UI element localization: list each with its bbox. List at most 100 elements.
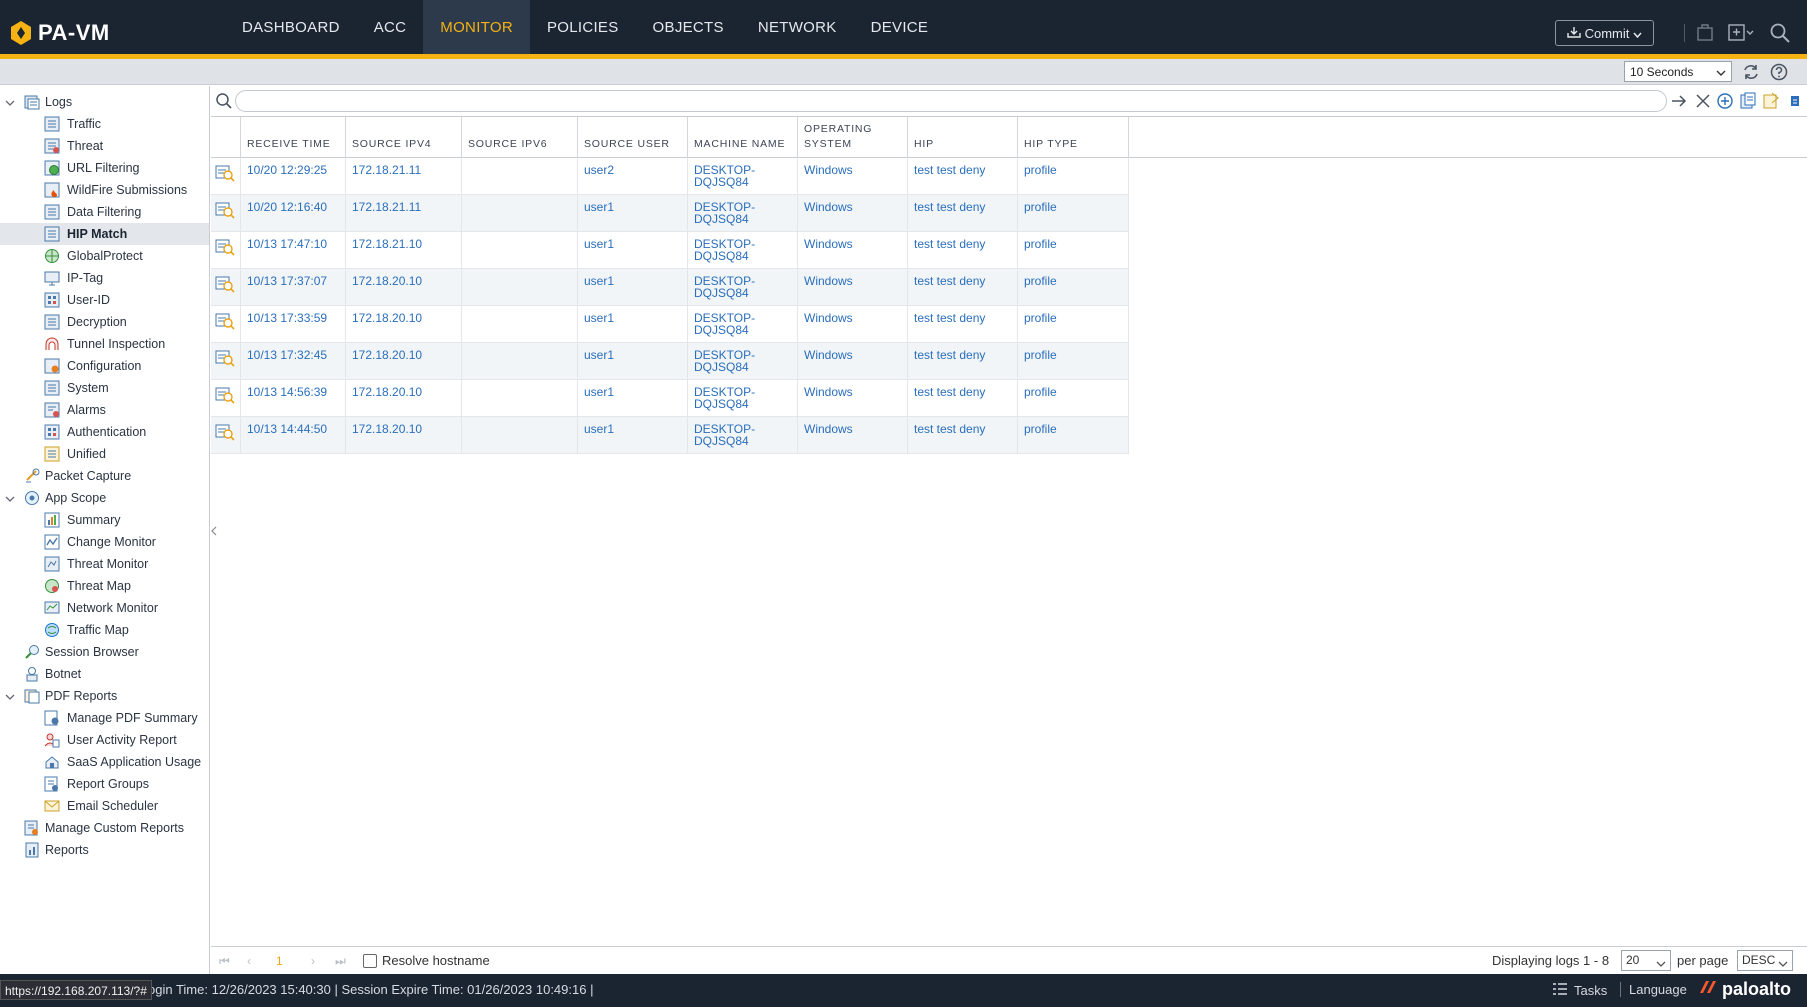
sidebar-item-url-filtering[interactable]: URL Filtering	[0, 157, 209, 179]
cell-hip-type[interactable]: profile	[1018, 195, 1129, 232]
cell-receive-time[interactable]: 10/13 14:44:50	[241, 417, 346, 454]
cell-source-ipv4[interactable]: 172.18.20.10	[346, 306, 462, 343]
cell-machine-name[interactable]: DESKTOP- DQJSQ84	[688, 195, 798, 232]
table-row[interactable]: 10/20 12:29:25 172.18.21.11 user2 DESKTOP- …	[211, 158, 1129, 195]
column-header-hip-type[interactable]: HIP TYPE	[1018, 117, 1129, 159]
log-details-icon[interactable]	[215, 387, 235, 407]
cell-source-ipv4[interactable]: 172.18.20.10	[346, 343, 462, 380]
load-filter-icon[interactable]	[1762, 92, 1780, 110]
sidebar-item-session-browser[interactable]: Session Browser	[0, 641, 209, 663]
cell-machine-name[interactable]: DESKTOP- DQJSQ84	[688, 380, 798, 417]
prev-page-icon[interactable]: ‹	[247, 954, 251, 968]
cell-hip-type[interactable]: profile	[1018, 380, 1129, 417]
cell-operating-system[interactable]: Windows	[798, 343, 908, 380]
cell-hip-type[interactable]: profile	[1018, 158, 1129, 195]
column-header-source-ipv4[interactable]: SOURCE IPV4	[346, 117, 462, 159]
sidebar-item-threat[interactable]: Threat	[0, 135, 209, 157]
sidebar-item-network-monitor[interactable]: Network Monitor	[0, 597, 209, 619]
cell-hip[interactable]: test test deny	[908, 269, 1018, 306]
current-page[interactable]: 1	[276, 954, 283, 968]
log-details-icon[interactable]	[215, 239, 235, 259]
log-details-icon[interactable]	[215, 165, 235, 185]
cell-source-ipv4[interactable]: 172.18.21.11	[346, 158, 462, 195]
first-page-icon[interactable]: ⏮	[219, 954, 230, 969]
column-header-receive-time[interactable]: RECEIVE TIME	[241, 117, 346, 159]
cell-hip[interactable]: test test deny	[908, 158, 1018, 195]
log-details-icon[interactable]	[215, 424, 235, 444]
cell-operating-system[interactable]: Windows	[798, 417, 908, 454]
tree-node-pdf-reports[interactable]: PDF Reports	[0, 685, 209, 707]
sidebar-item-report-groups[interactable]: Report Groups	[0, 773, 209, 795]
cell-receive-time[interactable]: 10/13 17:32:45	[241, 343, 346, 380]
cell-hip[interactable]: test test deny	[908, 306, 1018, 343]
cell-source-user[interactable]: user1	[578, 380, 688, 417]
sidebar-item-change-monitor[interactable]: Change Monitor	[0, 531, 209, 553]
log-details-icon[interactable]	[215, 202, 235, 222]
cell-hip[interactable]: test test deny	[908, 343, 1018, 380]
cell-hip-type[interactable]: profile	[1018, 232, 1129, 269]
sidebar-item-data-filtering[interactable]: Data Filtering	[0, 201, 209, 223]
cell-hip[interactable]: test test deny	[908, 195, 1018, 232]
sidebar-item-tunnel-inspection[interactable]: Tunnel Inspection	[0, 333, 209, 355]
search-icon[interactable]	[1769, 22, 1791, 44]
sidebar-item-globalprotect[interactable]: GlobalProtect	[0, 245, 209, 267]
next-page-icon[interactable]: ›	[311, 954, 315, 968]
table-row[interactable]: 10/13 17:37:07 172.18.20.10 user1 DESKTOP- …	[211, 269, 1129, 306]
sidebar-item-reports[interactable]: Reports	[0, 839, 209, 861]
cell-operating-system[interactable]: Windows	[798, 158, 908, 195]
cell-machine-name[interactable]: DESKTOP- DQJSQ84	[688, 343, 798, 380]
cell-hip-type[interactable]: profile	[1018, 417, 1129, 454]
sidebar-item-authentication[interactable]: Authentication	[0, 421, 209, 443]
sidebar-item-system[interactable]: System	[0, 377, 209, 399]
column-header-source-user[interactable]: SOURCE USER	[578, 117, 688, 159]
sidebar-item-alarms[interactable]: Alarms	[0, 399, 209, 421]
column-header-machine-name[interactable]: MACHINE NAME	[688, 117, 798, 159]
tab-acc[interactable]: ACC	[357, 0, 424, 54]
cell-source-user[interactable]: user1	[578, 343, 688, 380]
cell-source-user[interactable]: user1	[578, 417, 688, 454]
sidebar-item-email-scheduler[interactable]: Email Scheduler	[0, 795, 209, 817]
sort-order-select[interactable]: DESC	[1737, 950, 1793, 971]
language-button[interactable]: Language	[1620, 982, 1687, 997]
cell-receive-time[interactable]: 10/13 17:47:10	[241, 232, 346, 269]
tab-network[interactable]: NETWORK	[741, 0, 854, 54]
cell-source-ipv4[interactable]: 172.18.21.11	[346, 195, 462, 232]
cell-operating-system[interactable]: Windows	[798, 232, 908, 269]
cell-hip-type[interactable]: profile	[1018, 269, 1129, 306]
collapse-sidebar-icon[interactable]	[211, 524, 217, 536]
tab-device[interactable]: DEVICE	[854, 0, 946, 54]
sidebar-item-threat-map[interactable]: Threat Map	[0, 575, 209, 597]
filter-input[interactable]	[235, 90, 1667, 112]
table-row[interactable]: 10/13 17:32:45 172.18.20.10 user1 DESKTOP- …	[211, 343, 1129, 380]
cell-machine-name[interactable]: DESKTOP- DQJSQ84	[688, 158, 798, 195]
cell-source-ipv6[interactable]	[462, 417, 578, 454]
save-config-icon[interactable]	[1727, 22, 1755, 44]
table-row[interactable]: 10/13 17:33:59 172.18.20.10 user1 DESKTOP- …	[211, 306, 1129, 343]
tasks-button[interactable]: Tasks	[1552, 982, 1607, 999]
per-page-select[interactable]: 20	[1621, 950, 1671, 971]
cell-source-user[interactable]: user2	[578, 158, 688, 195]
cell-receive-time[interactable]: 10/20 12:16:40	[241, 195, 346, 232]
cell-source-ipv4[interactable]: 172.18.20.10	[346, 417, 462, 454]
cell-machine-name[interactable]: DESKTOP- DQJSQ84	[688, 417, 798, 454]
log-details-icon[interactable]	[215, 350, 235, 370]
cell-source-ipv6[interactable]	[462, 232, 578, 269]
cell-source-user[interactable]: user1	[578, 306, 688, 343]
refresh-interval-select[interactable]: 10 Seconds	[1624, 61, 1732, 82]
column-header-hip[interactable]: HIP	[908, 117, 1018, 159]
cell-machine-name[interactable]: DESKTOP- DQJSQ84	[688, 306, 798, 343]
cell-source-user[interactable]: user1	[578, 269, 688, 306]
cell-operating-system[interactable]: Windows	[798, 195, 908, 232]
cell-machine-name[interactable]: DESKTOP- DQJSQ84	[688, 269, 798, 306]
sidebar-item-user-activity-report[interactable]: User Activity Report	[0, 729, 209, 751]
sidebar-item-manage-custom-reports[interactable]: Manage Custom Reports	[0, 817, 209, 839]
column-header-operating-system[interactable]: OPERATING SYSTEM	[798, 117, 908, 159]
tree-node-app-scope[interactable]: App Scope	[0, 487, 209, 509]
commit-button[interactable]: Commit	[1555, 20, 1654, 46]
cell-source-ipv6[interactable]	[462, 158, 578, 195]
cell-receive-time[interactable]: 10/13 17:37:07	[241, 269, 346, 306]
cell-source-ipv6[interactable]	[462, 343, 578, 380]
sidebar-item-user-id[interactable]: User-ID	[0, 289, 209, 311]
cell-operating-system[interactable]: Windows	[798, 380, 908, 417]
table-row[interactable]: 10/13 17:47:10 172.18.21.10 user1 DESKTOP- …	[211, 232, 1129, 269]
